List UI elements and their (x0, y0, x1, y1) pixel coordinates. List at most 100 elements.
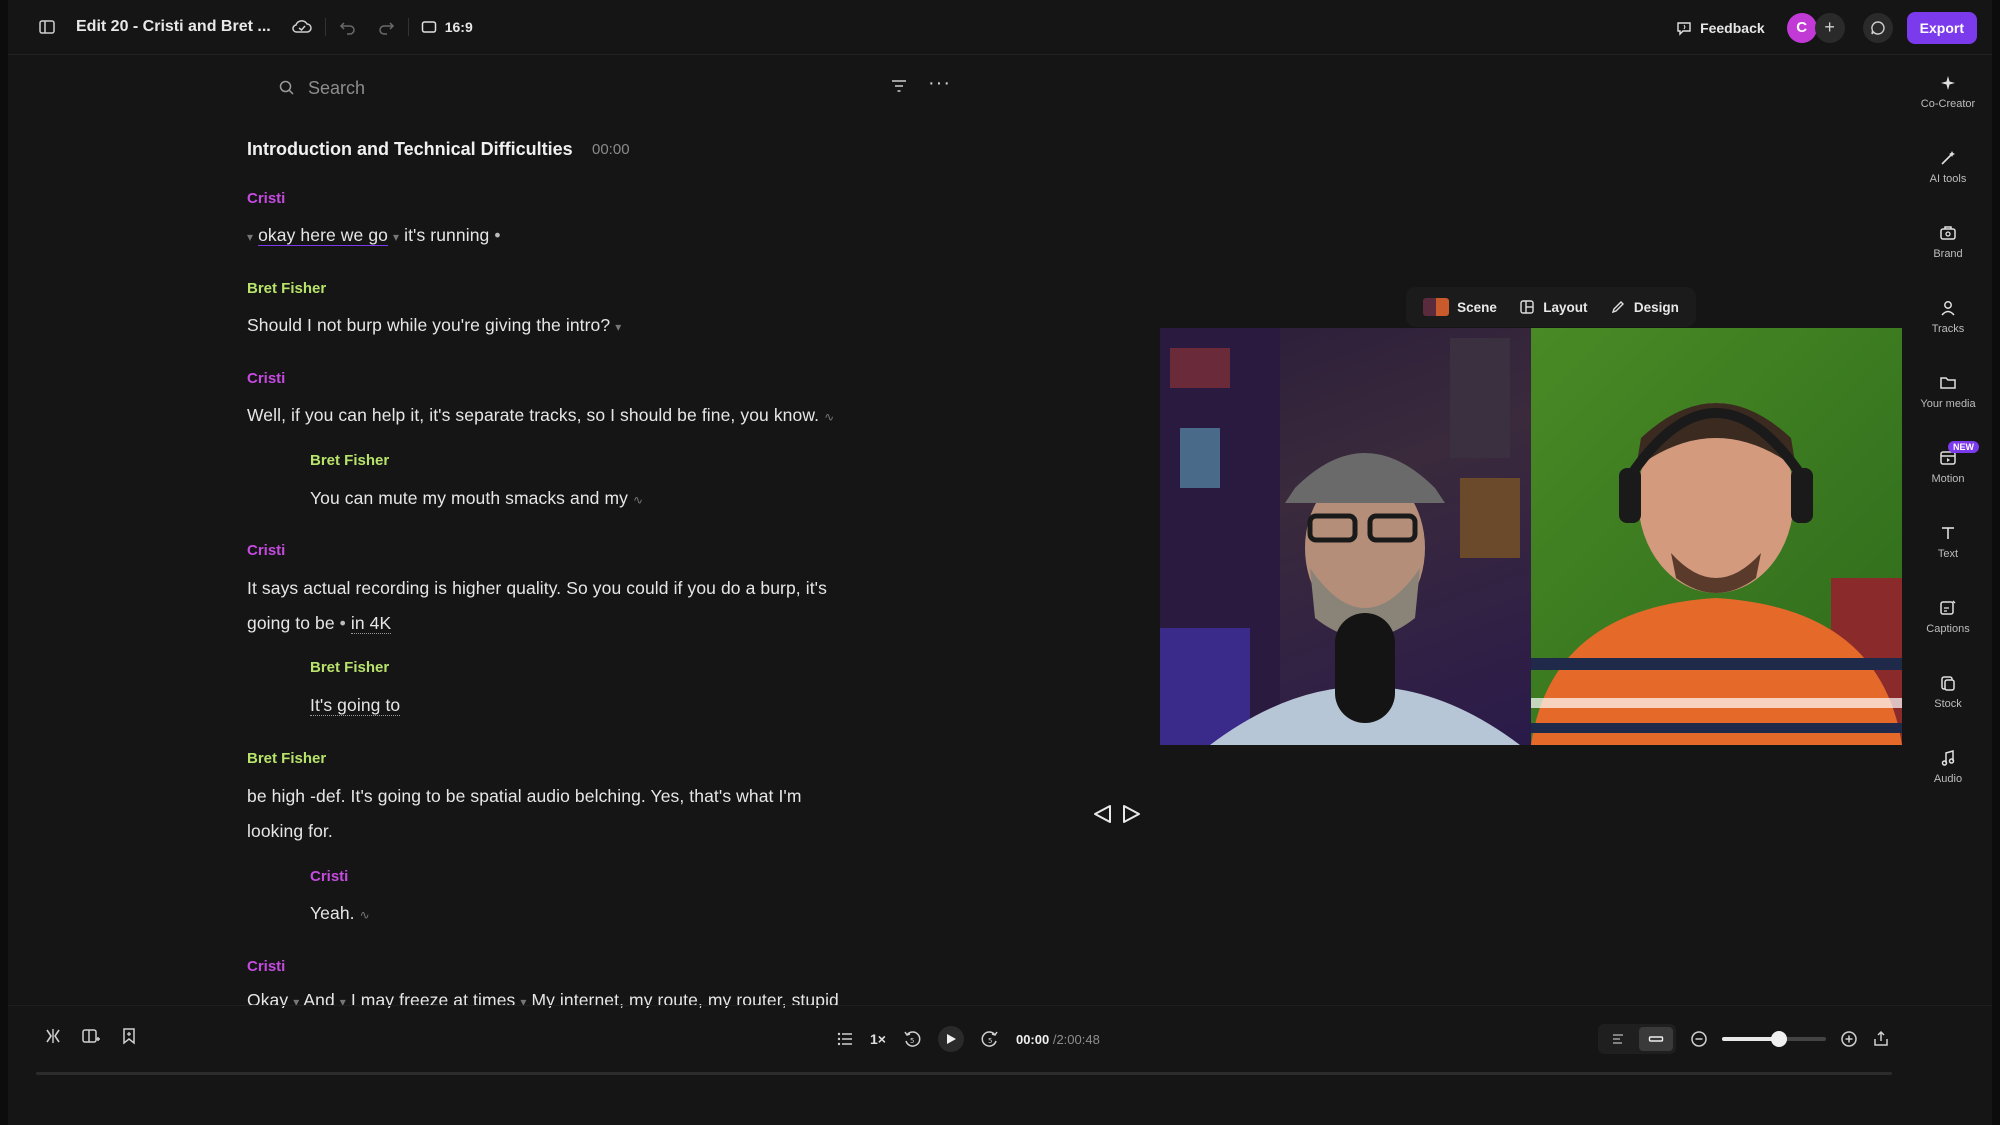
playback-bar: 1× 5 5 00:00 /2:00:48 (8, 1005, 1992, 1065)
svg-text:5: 5 (988, 1037, 992, 1045)
layout-icon (1520, 300, 1534, 314)
playback-speed-button[interactable]: 1× (870, 1031, 886, 1047)
more-options-icon[interactable]: ··· (928, 72, 951, 95)
invite-button[interactable]: + (1814, 12, 1845, 43)
zoom-in-icon[interactable] (1840, 1030, 1858, 1048)
search-icon (279, 80, 294, 95)
sidebar-item-your-media[interactable]: Your media (1913, 374, 1983, 410)
chapter-timestamp: 00:00 (592, 141, 630, 158)
aspect-ratio-icon (421, 21, 436, 33)
sidebar-item-tracks[interactable]: Tracks (1913, 299, 1983, 335)
brand-kit-icon (1940, 226, 1956, 240)
sidebar-item-brand[interactable]: Brand (1913, 224, 1983, 260)
playback-time: 00:00 /2:00:48 (1016, 1032, 1100, 1047)
rewind-5-icon[interactable]: 5 (902, 1029, 922, 1049)
gap-marker-icon: ▾ (247, 230, 254, 244)
pen-icon (1611, 301, 1624, 314)
sidebar-item-stock[interactable]: Stock (1913, 674, 1983, 710)
scene-button[interactable]: Scene (1423, 298, 1497, 316)
svg-text:5: 5 (910, 1037, 914, 1045)
previous-icon[interactable] (1092, 803, 1114, 825)
sidebar-item-captions[interactable]: Captions (1913, 599, 1983, 635)
person-icon (1941, 301, 1955, 316)
transcript-line[interactable]: Should I not burp while you're giving th… (247, 315, 621, 336)
timeline-view-button[interactable] (1639, 1027, 1673, 1051)
aspect-ratio-button[interactable]: 16:9 (421, 19, 473, 35)
script-view-icon (1613, 1034, 1623, 1044)
sidebar-item-motion[interactable]: NEW Motion (1913, 441, 1983, 485)
comments-icon[interactable] (1862, 12, 1893, 43)
sidebar-item-audio[interactable]: Audio (1913, 749, 1983, 785)
transcript-line[interactable]: Yeah. ∿ (310, 903, 370, 924)
zoom-slider[interactable] (1722, 1031, 1826, 1047)
transcript-line[interactable]: ▾ okay here we go ▾ it's running • (247, 225, 501, 246)
sidebar-toggle-icon[interactable] (38, 18, 56, 36)
transcript-line[interactable]: looking for. (247, 821, 333, 842)
chapter-title[interactable]: Introduction and Technical Difficulties (247, 139, 573, 160)
folder-icon (1940, 377, 1956, 389)
timeline-view-icon (1648, 1036, 1664, 1042)
project-title[interactable]: Edit 20 - Cristi and Bret ... (76, 18, 271, 36)
scene-thumbnail-icon (1423, 298, 1450, 316)
speaker-label[interactable]: Bret Fisher (247, 280, 326, 297)
share-icon[interactable] (1872, 1030, 1890, 1048)
design-button[interactable]: Design (1610, 299, 1679, 315)
forward-5-icon[interactable]: 5 (980, 1029, 1000, 1049)
video-preview[interactable] (1160, 328, 1902, 745)
app-window: Edit 20 - Cristi and Bret ... 16:9 Feedb… (8, 0, 1992, 1125)
timeline-scrubber[interactable] (36, 1072, 1892, 1075)
gap-marker-icon: ▾ (615, 320, 622, 334)
speaker-label[interactable]: Bret Fisher (310, 452, 389, 469)
speaker-left-image (1160, 328, 1520, 745)
search-input[interactable]: Search (308, 78, 365, 99)
transcript-line[interactable]: You can mute my mouth smacks and my ∿ (310, 488, 643, 509)
speaker-label[interactable]: Cristi (247, 958, 285, 975)
text-icon (1942, 527, 1954, 539)
bookmark-icon[interactable] (119, 1026, 139, 1046)
transcript-line[interactable]: It says actual recording is higher quali… (247, 578, 827, 599)
play-button[interactable] (937, 1026, 964, 1052)
speaker-label[interactable]: Bret Fisher (310, 659, 389, 676)
speaker-label[interactable]: Bret Fisher (247, 750, 326, 767)
waveform-icon: ∿ (359, 908, 370, 922)
export-button[interactable]: Export (1906, 11, 1977, 44)
speaker-label[interactable]: Cristi (247, 190, 285, 207)
feedback-label: Feedback (1700, 19, 1765, 36)
add-scene-icon[interactable] (81, 1026, 101, 1046)
zoom-out-icon[interactable] (1690, 1030, 1708, 1048)
speaker-label[interactable]: Cristi (247, 370, 285, 387)
aspect-ratio-label: 16:9 (444, 19, 473, 35)
speaker-label[interactable]: Cristi (247, 542, 285, 559)
transcript-line[interactable]: be high -def. It's going to be spatial a… (247, 786, 802, 807)
avatar[interactable]: C (1786, 12, 1817, 43)
transcript-line[interactable]: Well, if you can help it, it's separate … (247, 405, 834, 426)
feedback-button[interactable]: Feedback (1676, 20, 1765, 36)
layout-button[interactable]: Layout (1519, 299, 1588, 315)
undo-icon[interactable] (338, 18, 358, 36)
sidebar-item-text[interactable]: Text (1913, 524, 1983, 560)
speaker-label[interactable]: Cristi (310, 868, 348, 885)
script-view-button[interactable] (1601, 1027, 1635, 1051)
next-icon[interactable] (1120, 803, 1142, 825)
duration: /2:00:48 (1052, 1031, 1100, 1047)
redo-icon[interactable] (376, 18, 396, 36)
view-mode-toggle (1598, 1024, 1676, 1054)
cloud-sync-icon[interactable] (291, 18, 313, 36)
transcript-search: Search ··· (278, 70, 958, 106)
music-note-icon (1941, 750, 1955, 766)
speaker-right-image (1531, 403, 1902, 745)
zoom-slider-handle[interactable] (1771, 1031, 1788, 1047)
current-time: 00:00 (1015, 1031, 1050, 1047)
sidebar-item-ai-tools[interactable]: AI tools (1913, 149, 1983, 185)
play-icon (946, 1034, 956, 1044)
video-pane-right (1531, 328, 1902, 745)
transcript-line[interactable]: going to be • in 4K (247, 613, 392, 634)
chapters-list-icon[interactable] (836, 1030, 854, 1048)
feedback-icon (1677, 21, 1691, 36)
transcript-line[interactable]: It's going to (310, 695, 401, 716)
sparkle-icon (1941, 76, 1955, 90)
filter-icon[interactable] (890, 78, 908, 99)
split-icon[interactable] (43, 1026, 63, 1046)
sidebar-item-co-creator[interactable]: Co-Creator (1913, 74, 1983, 110)
captions-icon (1940, 600, 1956, 615)
